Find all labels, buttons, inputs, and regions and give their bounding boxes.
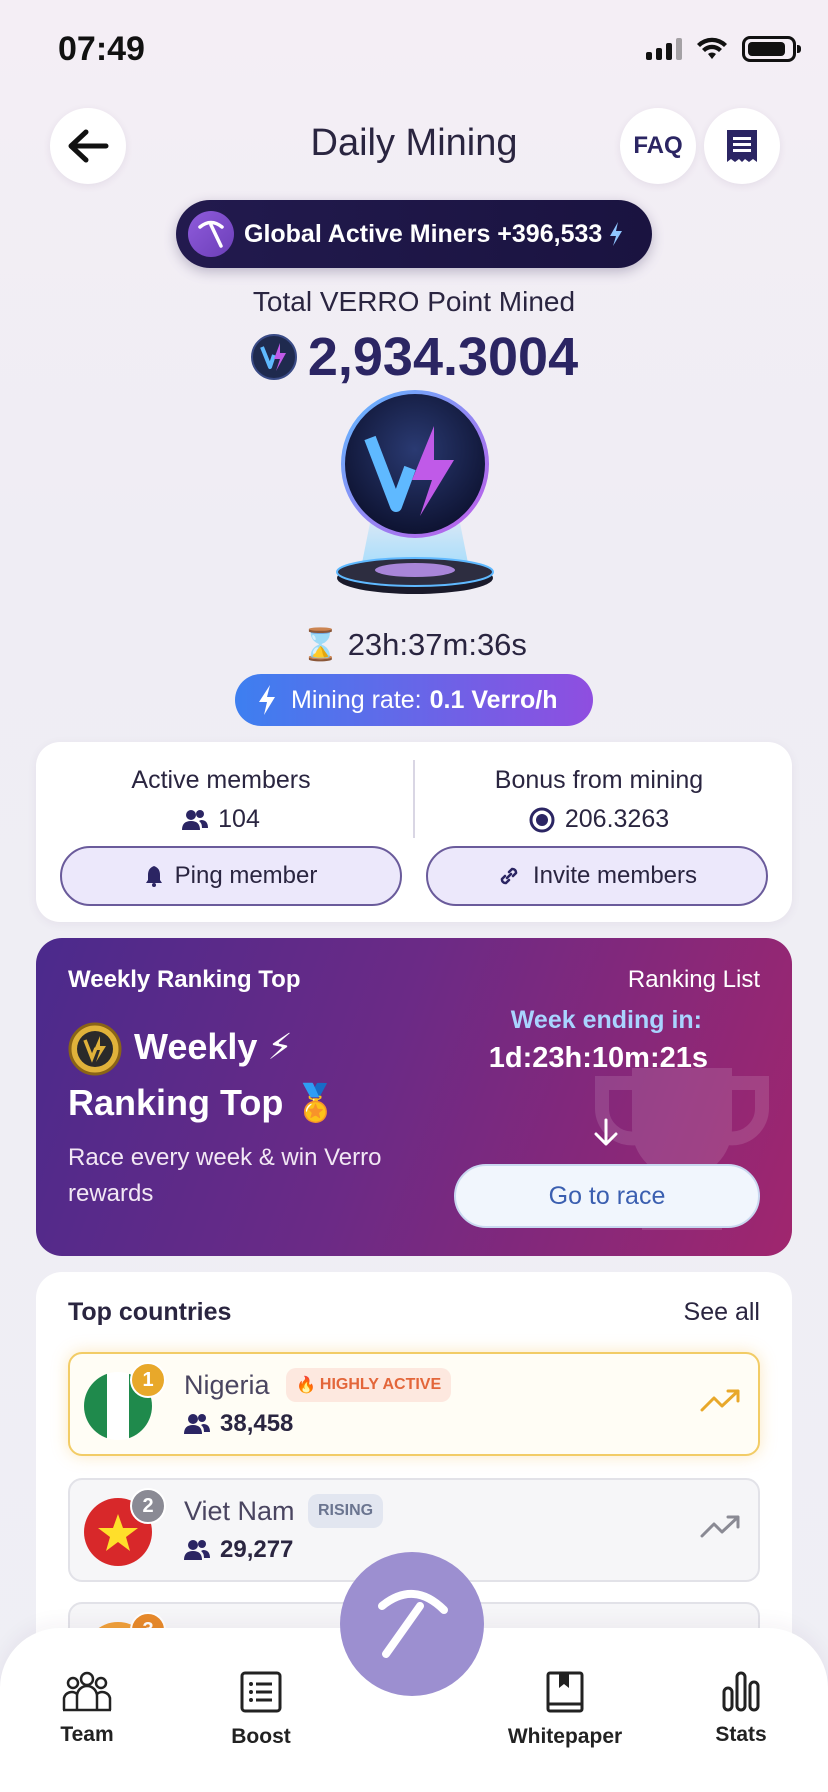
go-to-race-button[interactable]: Go to race bbox=[454, 1164, 760, 1228]
timer-value: 23h:37m:36s bbox=[347, 626, 527, 662]
nav-team-label: Team bbox=[60, 1723, 114, 1746]
users-icon bbox=[182, 809, 209, 830]
bonus-value: 206.3263 bbox=[564, 805, 670, 833]
battery-icon bbox=[742, 36, 801, 62]
ranking-title-line1: Weekly ⚡ bbox=[134, 1026, 293, 1067]
top-countries-title: Top countries bbox=[68, 1298, 232, 1326]
coin-icon bbox=[529, 807, 555, 832]
mining-rate-label: Mining rate: bbox=[291, 685, 422, 714]
receipt-icon bbox=[727, 130, 757, 162]
signal-icon bbox=[646, 38, 682, 60]
list-icon bbox=[240, 1671, 282, 1713]
fire-icon: 🔥 bbox=[296, 1377, 316, 1394]
country-count-row: 29,277 bbox=[184, 1536, 293, 1564]
total-label: Total VERRO Point Mined bbox=[252, 286, 576, 317]
invite-members-label: Invite members bbox=[532, 862, 698, 889]
rank-badge: 1 bbox=[130, 1362, 166, 1398]
country-name: Nigeria bbox=[184, 1370, 270, 1400]
team-icon bbox=[62, 1671, 112, 1712]
link-icon bbox=[500, 867, 518, 885]
country-count: 29,277 bbox=[220, 1536, 294, 1563]
ranking-small-title: Weekly Ranking Top bbox=[68, 966, 301, 993]
nav-boost-label: Boost bbox=[231, 1725, 291, 1748]
hourglass-icon: ⌛ bbox=[301, 627, 340, 662]
total-value: 2,934.3004 bbox=[307, 327, 579, 387]
bonus-mining: Bonus from mining 206.3263 bbox=[414, 766, 784, 834]
trending-up-icon bbox=[700, 1515, 740, 1538]
total-row: 2,934.3004 bbox=[0, 326, 828, 388]
mining-rate-pill: Mining rate: 0.1 Verro/h bbox=[235, 674, 593, 726]
faq-button[interactable]: FAQ bbox=[620, 108, 696, 184]
global-miners-pill: Global Active Miners +396,533 bbox=[176, 200, 652, 268]
nav-stats[interactable]: Stats bbox=[676, 1670, 806, 1747]
ping-member-label: Ping member bbox=[174, 862, 318, 889]
see-all-link[interactable]: See all bbox=[684, 1298, 760, 1327]
global-miners-text: Global Active Miners +396,533 bbox=[244, 219, 603, 248]
verro-coin-illustration bbox=[336, 390, 494, 594]
country-name: Viet Nam bbox=[184, 1496, 295, 1526]
ping-member-button[interactable]: Ping member bbox=[60, 846, 402, 906]
verro-coin-icon bbox=[250, 334, 297, 380]
week-ending-countdown: 1d:23h:10m:21s bbox=[488, 1042, 708, 1074]
weekly-ranking-card: Weekly Ranking Top Ranking List Weekly ⚡… bbox=[36, 938, 792, 1256]
status-badge-label: HIGHLY ACTIVE bbox=[319, 1376, 442, 1393]
book-icon bbox=[546, 1671, 584, 1713]
bar-chart-icon bbox=[722, 1671, 760, 1712]
status-badge: 🔥 HIGHLY ACTIVE bbox=[286, 1368, 452, 1402]
status-icons bbox=[646, 36, 801, 62]
nav-stats-label: Stats bbox=[715, 1723, 767, 1746]
country-count-row: 38,458 bbox=[184, 1410, 293, 1438]
pickaxe-icon bbox=[378, 1589, 448, 1658]
users-icon bbox=[184, 1414, 210, 1434]
status-badge: RISING bbox=[308, 1494, 384, 1528]
nav-team[interactable]: Team bbox=[22, 1670, 152, 1747]
users-icon bbox=[184, 1540, 210, 1560]
nav-boost[interactable]: Boost bbox=[196, 1670, 326, 1749]
ranking-title-line2: Ranking Top 🏅 bbox=[68, 1082, 339, 1124]
arrow-down-icon bbox=[594, 1118, 618, 1146]
mine-button[interactable] bbox=[340, 1552, 484, 1696]
active-members-value-row: 104 bbox=[36, 805, 406, 834]
active-members-label: Active members bbox=[131, 766, 311, 794]
invite-members-button[interactable]: Invite members bbox=[426, 846, 768, 906]
active-members-value: 104 bbox=[218, 805, 260, 833]
week-ending-label: Week ending in: bbox=[510, 1006, 702, 1034]
nav-whitepaper-label: Whitepaper bbox=[507, 1725, 623, 1748]
country-row[interactable]: 1 Nigeria 🔥 HIGHLY ACTIVE 38,458 bbox=[68, 1352, 760, 1456]
trending-up-icon bbox=[700, 1389, 740, 1412]
active-members: Active members 104 bbox=[36, 766, 406, 834]
wifi-icon bbox=[697, 37, 727, 59]
ranking-title: Weekly ⚡ Ranking Top 🏅 bbox=[68, 1020, 408, 1130]
status-bar: 07:49 bbox=[0, 0, 828, 100]
pickaxe-icon bbox=[188, 211, 234, 257]
bolt-icon bbox=[610, 222, 623, 246]
bell-icon bbox=[145, 866, 162, 887]
mining-rate-value: 0.1 Verro/h bbox=[429, 685, 558, 714]
rank-badge: 2 bbox=[130, 1488, 166, 1524]
status-time: 07:49 bbox=[58, 30, 145, 68]
members-card: Active members 104 Bonus from mining 206… bbox=[36, 742, 792, 922]
bonus-label: Bonus from mining bbox=[494, 766, 704, 794]
ranking-list-link[interactable]: Ranking List bbox=[628, 966, 760, 994]
bonus-value-row: 206.3263 bbox=[414, 805, 784, 834]
ranking-description: Race every week & win Verro rewards bbox=[68, 1144, 382, 1207]
nav-whitepaper[interactable]: Whitepaper bbox=[500, 1670, 630, 1749]
mining-timer: ⌛ 23h:37m:36s bbox=[0, 626, 828, 663]
country-count: 38,458 bbox=[220, 1410, 294, 1437]
header: Daily Mining FAQ bbox=[0, 108, 828, 184]
bolt-icon bbox=[259, 685, 275, 715]
history-button[interactable] bbox=[704, 108, 780, 184]
gold-coin-icon bbox=[68, 1022, 122, 1076]
